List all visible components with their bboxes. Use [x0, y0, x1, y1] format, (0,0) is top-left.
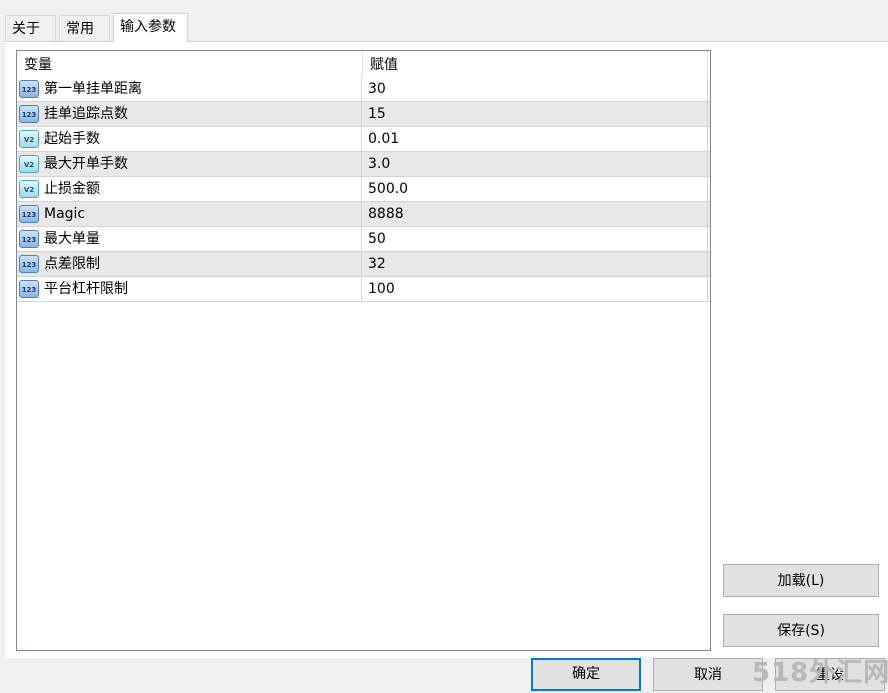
variable-name: 最大单量 — [44, 231, 100, 247]
integer-type-icon: 123 — [19, 255, 39, 273]
tab-inputs[interactable]: 输入参数 — [113, 13, 188, 42]
double-type-icon: V2 — [19, 180, 39, 198]
table-row[interactable]: V2 止损金额 500.0 — [17, 177, 710, 202]
value-text: 100 — [368, 281, 395, 297]
value-text: 3.0 — [368, 156, 391, 172]
variable-cell: V2 起始手数 — [17, 127, 362, 151]
value-text: 32 — [368, 256, 386, 272]
variable-name: 起始手数 — [44, 131, 100, 147]
reset-button[interactable]: 重设 — [775, 658, 885, 691]
integer-type-icon: 123 — [19, 105, 39, 123]
tab-inputs-label: 输入参数 — [120, 19, 176, 35]
tab-common-label: 常用 — [66, 21, 94, 37]
value-cell[interactable]: 8888 — [363, 202, 708, 226]
value-cell[interactable]: 100 — [363, 277, 708, 301]
variable-name: 最大开单手数 — [44, 156, 128, 172]
tab-about-label: 关于 — [12, 21, 40, 37]
table-row[interactable]: 123 Magic 8888 — [17, 202, 710, 227]
table-row[interactable]: 123 第一单挂单距离 30 — [17, 77, 710, 102]
variable-cell: 123 Magic — [17, 202, 362, 226]
column-header-variable[interactable]: 变量 — [17, 51, 52, 77]
column-header-value[interactable]: 赋值 — [363, 51, 398, 77]
value-cell[interactable]: 50 — [363, 227, 708, 251]
table-row[interactable]: 123 挂单追踪点数 15 — [17, 102, 710, 127]
variable-cell: 123 最大单量 — [17, 227, 362, 251]
variable-cell: 123 第一单挂单距离 — [17, 77, 362, 101]
load-button[interactable]: 加载(L) — [723, 564, 879, 597]
tab-about[interactable]: 关于 — [5, 15, 56, 41]
value-cell[interactable]: 32 — [363, 252, 708, 276]
tab-common[interactable]: 常用 — [59, 15, 110, 41]
variable-cell: 123 点差限制 — [17, 252, 362, 276]
value-cell[interactable]: 0.01 — [363, 127, 708, 151]
table-row[interactable]: 123 点差限制 32 — [17, 252, 710, 277]
column-divider — [707, 51, 708, 77]
table-row[interactable]: 123 最大单量 50 — [17, 227, 710, 252]
value-cell[interactable]: 3.0 — [363, 152, 708, 176]
ok-button[interactable]: 确定 — [531, 658, 641, 691]
variable-name: 挂单追踪点数 — [44, 106, 128, 122]
value-text: 30 — [368, 81, 386, 97]
variable-cell: V2 最大开单手数 — [17, 152, 362, 176]
table-row[interactable]: V2 起始手数 0.01 — [17, 127, 710, 152]
variable-name: Magic — [44, 206, 86, 222]
integer-type-icon: 123 — [19, 205, 39, 223]
variable-name: 平台杠杆限制 — [44, 281, 128, 297]
variable-name: 第一单挂单距离 — [44, 81, 142, 97]
integer-type-icon: 123 — [19, 230, 39, 248]
integer-type-icon: 123 — [19, 280, 39, 298]
table-row[interactable]: 123 平台杠杆限制 100 — [17, 277, 710, 302]
save-button[interactable]: 保存(S) — [723, 614, 879, 647]
grid-header: 变量 赋值 — [17, 51, 710, 77]
cancel-button[interactable]: 取消 — [653, 658, 763, 691]
variable-cell: 123 平台杠杆限制 — [17, 277, 362, 301]
variable-cell: V2 止损金额 — [17, 177, 362, 201]
integer-type-icon: 123 — [19, 80, 39, 98]
value-text: 0.01 — [368, 131, 400, 147]
variable-name: 点差限制 — [44, 256, 100, 272]
value-cell[interactable]: 30 — [363, 77, 708, 101]
value-text: 500.0 — [368, 181, 409, 197]
variable-name: 止损金额 — [44, 181, 100, 197]
value-cell[interactable]: 500.0 — [363, 177, 708, 201]
double-type-icon: V2 — [19, 130, 39, 148]
table-row[interactable]: V2 最大开单手数 3.0 — [17, 152, 710, 177]
value-text: 50 — [368, 231, 386, 247]
double-type-icon: V2 — [19, 155, 39, 173]
value-text: 15 — [368, 106, 386, 122]
value-text: 8888 — [368, 206, 404, 222]
parameters-grid: 变量 赋值 123 第一单挂单距离 30 123 挂单追踪点数 15 V2 起始… — [16, 50, 711, 651]
value-cell[interactable]: 15 — [363, 102, 708, 126]
variable-cell: 123 挂单追踪点数 — [17, 102, 362, 126]
